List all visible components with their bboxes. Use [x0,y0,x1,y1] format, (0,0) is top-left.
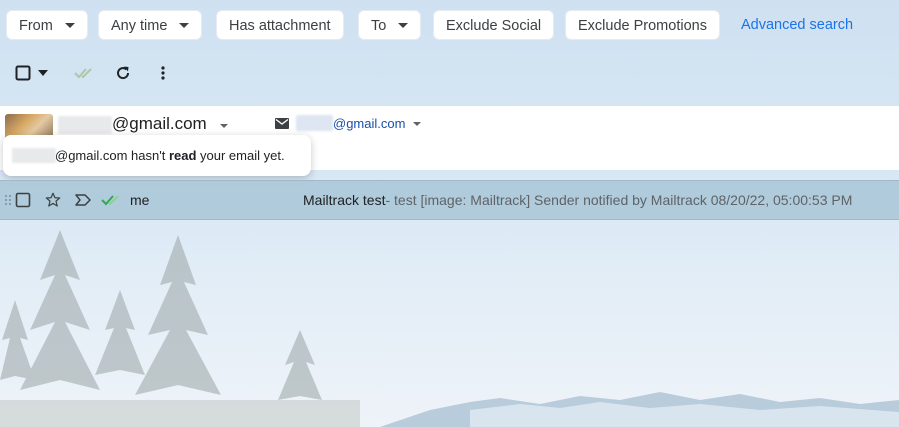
message-toolbar [0,60,899,86]
chevron-down-icon[interactable] [413,122,421,126]
drag-handle-icon [5,195,11,205]
account-email-suffix: @gmail.com [112,114,207,133]
chevron-down-icon[interactable] [220,124,228,128]
email-subject: Mailtrack test [303,192,386,208]
importance-marker-button[interactable] [74,181,92,219]
chevron-down-icon [179,22,190,28]
mailtrack-double-check-icon [101,195,119,206]
filter-chip-to[interactable]: To [358,10,422,40]
table-row[interactable]: me Mailtrack test - test [image: Mailtra… [0,180,899,220]
filter-chip-any-time[interactable]: Any time [98,10,203,40]
redacted-recipient [296,115,333,131]
mailtrack-toolbar-button[interactable] [72,60,98,86]
redacted-recipient [12,148,56,163]
select-checkbox-icon [15,65,31,81]
importance-marker-icon [75,194,91,206]
star-icon [45,192,61,207]
email-sender: me [130,192,150,208]
select-all-checkbox[interactable] [12,60,34,86]
star-button[interactable] [44,181,62,219]
refresh-icon [117,66,130,80]
chip-label: Any time [111,18,168,34]
more-options-button[interactable] [152,60,174,86]
select-dropdown-button[interactable] [36,60,50,86]
chip-label: To [371,18,387,34]
chip-label: Has attachment [229,18,331,34]
row-checkbox[interactable] [15,181,31,219]
email-snippet: - test [image: Mailtrack] Sender notifie… [385,192,853,208]
select-dropdown-icon [38,70,48,76]
refresh-button[interactable] [112,60,134,86]
chevron-down-icon [398,22,409,28]
search-filter-chips: From Any time Has attachment To Exclude … [0,10,899,40]
chip-label: Exclude Social [446,18,542,34]
more-vert-icon [161,66,165,80]
tooltip-text: @gmail.com hasn't read your email yet. [55,148,285,163]
drag-handle[interactable] [4,181,12,219]
chip-label: From [19,18,53,34]
mailtrack-status[interactable] [101,181,123,219]
advanced-search-link[interactable]: Advanced search [741,10,853,40]
filter-chip-exclude-promotions[interactable]: Exclude Promotions [565,10,720,40]
chevron-down-icon [64,22,75,28]
filter-chip-exclude-social[interactable]: Exclude Social [433,10,555,40]
chip-label: Exclude Promotions [578,18,707,34]
mailtrack-double-check-icon [74,68,92,79]
envelope-icon [275,118,289,129]
tooltip-prefix: @gmail.com hasn't [55,148,169,163]
recipient-email-suffix: @gmail.com [333,116,406,131]
tooltip-suffix: your email yet. [196,148,285,163]
tooltip-bold: read [168,148,197,163]
checkbox-icon [15,192,31,208]
email-subject-snippet: Mailtrack test - test [image: Mailtrack]… [303,181,852,219]
filter-chip-from[interactable]: From [6,10,88,40]
filter-chip-has-attachment[interactable]: Has attachment [216,10,344,40]
redacted-username [58,116,112,134]
mailtrack-read-status-tooltip: @gmail.com hasn't read your email yet. [3,135,311,176]
